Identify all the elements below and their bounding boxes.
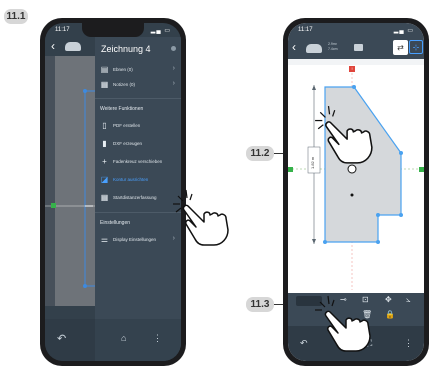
status-bar: 11:17 ▂▄ ▭ bbox=[45, 23, 181, 37]
cloud-icon[interactable] bbox=[65, 42, 81, 51]
menu-item-dxf[interactable]: ▮ DXF erzeugen bbox=[95, 137, 181, 150]
room-contour[interactable] bbox=[288, 65, 424, 293]
status-bar: 11:17 ▂▄ ▭ bbox=[288, 23, 424, 37]
pdf-icon: ▯ bbox=[102, 121, 107, 130]
status-time: 11:17 bbox=[55, 27, 70, 33]
signal-battery-icon: ▂▄ ▭ bbox=[393, 28, 414, 34]
menu-item-label: Fadenkreuz verschieben bbox=[113, 159, 163, 164]
menu-item-label: Kontur ausrichten bbox=[113, 177, 149, 182]
angle-icon[interactable]: ⦣ bbox=[406, 295, 411, 305]
crosshair-icon: + bbox=[102, 157, 107, 166]
alignment-marker-right[interactable] bbox=[419, 167, 424, 172]
measurement-info: 2.9m² 7.4cm bbox=[328, 42, 338, 52]
back-arrow-icon[interactable]: ‹ bbox=[51, 39, 55, 53]
menu-item-label: Display Einstellungen bbox=[113, 237, 157, 242]
tap-gesture-hand-toolbar bbox=[315, 295, 371, 352]
menu-item-crosshair[interactable]: + Fadenkreuz verschieben bbox=[95, 155, 181, 168]
menu-item-notes[interactable]: ▦ Notizen (0) › bbox=[95, 78, 181, 91]
more-vertical-icon[interactable]: ⋮ bbox=[404, 338, 413, 349]
chevron-right-icon: › bbox=[172, 65, 175, 72]
menu-item-label: Notizen (0) bbox=[113, 82, 136, 87]
step-badge-3: 11.3 bbox=[246, 297, 274, 312]
sliders-icon: ⚌ bbox=[100, 235, 109, 244]
drawing-menu-panel: Zeichnung 4 ▤ Ebnen (0) › ▦ Notizen (0) … bbox=[95, 37, 181, 361]
section-heading-functions: Weitere Funktionen bbox=[100, 106, 144, 112]
video-icon[interactable] bbox=[354, 44, 363, 51]
menu-item-pdf[interactable]: ▯ PDF erstellen bbox=[95, 119, 181, 132]
home-icon[interactable]: ⌂ bbox=[121, 333, 126, 343]
undo-icon[interactable]: ↶ bbox=[57, 332, 66, 345]
more-vertical-icon[interactable]: ⋮ bbox=[153, 333, 162, 344]
section-heading-settings: Einstellungen bbox=[100, 220, 131, 226]
step-badge-2: 11.2 bbox=[246, 146, 274, 161]
signal-battery-icon: ▂▄ ▭ bbox=[150, 28, 171, 34]
menu-divider bbox=[95, 98, 181, 99]
drawing-toolbar: ‹ 2.9m² 7.4cm ⇄ ⊹ bbox=[288, 37, 424, 59]
chevron-right-icon: › bbox=[172, 80, 175, 87]
alignment-marker-left[interactable] bbox=[288, 167, 293, 172]
back-arrow-icon[interactable]: ‹ bbox=[292, 40, 296, 54]
menu-title: Zeichnung 4 bbox=[101, 44, 151, 54]
layers-icon: ▤ bbox=[100, 65, 109, 74]
more-icon[interactable] bbox=[171, 46, 176, 51]
phone-frame-menu: 11:17 ▂▄ ▭ ‹ ↶ Zeichnung 4 ▤ Ebnen (0) ›… bbox=[40, 18, 186, 366]
phone-screen: 11:17 ▂▄ ▭ ‹ ↶ Zeichnung 4 ▤ Ebnen (0) ›… bbox=[45, 23, 181, 361]
cloud-icon[interactable] bbox=[306, 44, 322, 53]
notes-icon: ▦ bbox=[100, 80, 109, 89]
menu-item-label: Startdistanzerfassung bbox=[113, 195, 157, 200]
align-contour-icon: ◪ bbox=[100, 175, 109, 184]
lock-icon[interactable]: 🔒 bbox=[385, 310, 395, 319]
dxf-icon: ▮ bbox=[102, 139, 107, 148]
menu-item-display-settings[interactable]: ⚌ Display Einstellungen › bbox=[95, 233, 181, 246]
step-badge-1: 11.1 bbox=[4, 9, 28, 24]
menu-item-label: DXF erzeugen bbox=[113, 141, 143, 146]
align-mode-icon[interactable]: ⊹ bbox=[409, 40, 423, 54]
menu-item-start-distance[interactable]: ▦ Startdistanzerfassung bbox=[95, 191, 181, 204]
drawing-canvas[interactable]: ! 1.82 m bbox=[288, 65, 424, 293]
undo-icon[interactable]: ↶ bbox=[300, 338, 308, 349]
menu-item-align-contour[interactable]: ◪ Kontur ausrichten bbox=[95, 173, 181, 186]
tap-gesture-hand-top bbox=[315, 106, 373, 164]
move-icon[interactable]: ✥ bbox=[385, 295, 392, 304]
length-value: 7.4cm bbox=[328, 47, 338, 51]
grid-icon: ▦ bbox=[100, 193, 109, 202]
menu-divider bbox=[95, 212, 181, 213]
tap-gesture-hand bbox=[173, 189, 229, 246]
edit-mode-icon[interactable]: ⇄ bbox=[393, 40, 408, 55]
menu-item-layers[interactable]: ▤ Ebnen (0) › bbox=[95, 63, 181, 76]
status-time: 11:17 bbox=[298, 27, 313, 33]
menu-item-label: PDF erstellen bbox=[113, 123, 141, 128]
menu-item-label: Ebnen (0) bbox=[113, 67, 133, 72]
menu-bottom-bar: ⌂ ⋮ bbox=[95, 319, 181, 361]
